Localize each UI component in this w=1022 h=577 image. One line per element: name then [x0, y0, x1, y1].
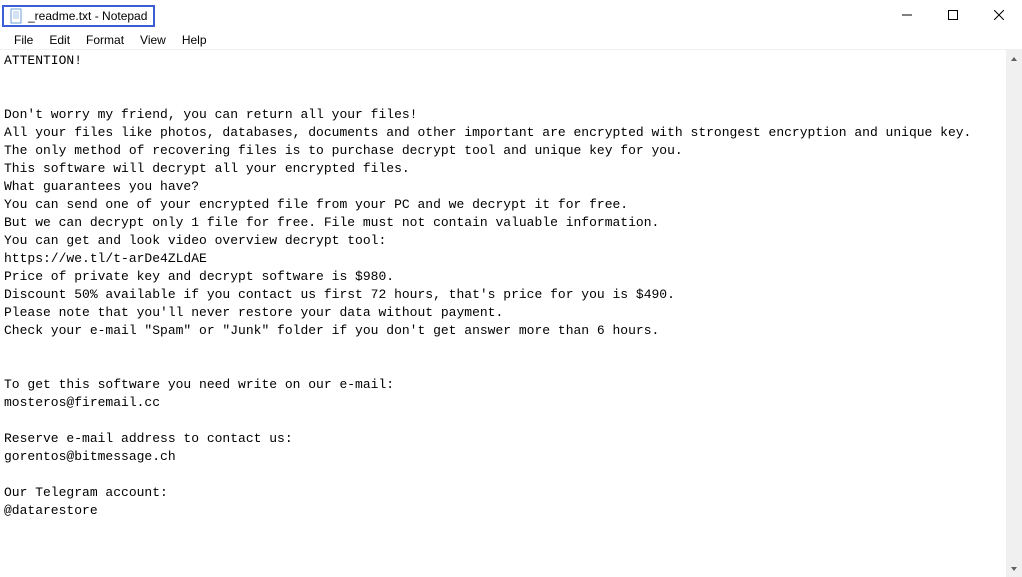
menu-view[interactable]: View	[132, 31, 174, 49]
content-area: ATTENTION! Don't worry my friend, you ca…	[0, 50, 1022, 577]
menu-edit[interactable]: Edit	[41, 31, 78, 49]
text-editor[interactable]: ATTENTION! Don't worry my friend, you ca…	[0, 50, 1005, 577]
notepad-icon	[8, 8, 24, 24]
menu-format[interactable]: Format	[78, 31, 132, 49]
window-title: _readme.txt - Notepad	[28, 9, 147, 23]
minimize-button[interactable]	[884, 0, 930, 30]
scroll-thumb[interactable]	[1006, 67, 1022, 560]
close-button[interactable]	[976, 0, 1022, 30]
scroll-track[interactable]	[1006, 67, 1022, 560]
scroll-up-arrow[interactable]	[1006, 50, 1022, 67]
scroll-down-arrow[interactable]	[1006, 560, 1022, 577]
vertical-scrollbar[interactable]	[1005, 50, 1022, 577]
title-left-highlight: _readme.txt - Notepad	[2, 5, 155, 27]
title-bar: _readme.txt - Notepad	[0, 0, 1022, 30]
maximize-button[interactable]	[930, 0, 976, 30]
menu-file[interactable]: File	[6, 31, 41, 49]
window-controls	[884, 0, 1022, 30]
menu-bar: File Edit Format View Help	[0, 30, 1022, 50]
menu-help[interactable]: Help	[174, 31, 215, 49]
